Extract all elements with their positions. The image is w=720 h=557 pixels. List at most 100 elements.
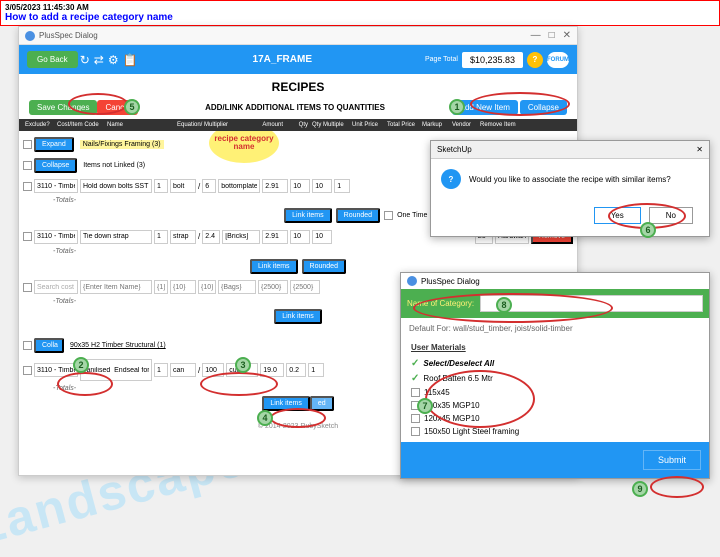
cost-code-input[interactable] bbox=[34, 179, 78, 193]
checkbox[interactable] bbox=[411, 427, 420, 436]
material-item[interactable]: 115x45 bbox=[424, 388, 450, 397]
checkbox[interactable] bbox=[23, 341, 32, 350]
subtitle: ADD/LINK ADDITIONAL ITEMS TO QUANTITIES bbox=[138, 103, 451, 112]
th-amount: Amount bbox=[245, 122, 285, 128]
check-icon[interactable]: ✓ bbox=[411, 358, 419, 369]
val-input[interactable] bbox=[258, 280, 288, 294]
item-name-input[interactable] bbox=[80, 359, 152, 381]
toggle-icon[interactable]: ⇄ bbox=[94, 53, 104, 67]
collapse-button[interactable]: Collapse bbox=[34, 158, 77, 173]
collapse-all-button[interactable]: Collapse bbox=[520, 100, 567, 115]
qty2-input[interactable] bbox=[202, 179, 216, 193]
th-markup: Markup bbox=[420, 122, 450, 128]
item-name-input[interactable] bbox=[80, 280, 152, 294]
rounded-button[interactable]: ed bbox=[310, 396, 334, 411]
expand-button[interactable]: Expand bbox=[34, 137, 74, 152]
cost-code-input[interactable] bbox=[34, 280, 78, 294]
refresh-icon[interactable]: ↻ bbox=[80, 53, 90, 67]
minimize-icon[interactable]: — bbox=[531, 30, 541, 41]
checkbox[interactable] bbox=[411, 388, 420, 397]
amount-input[interactable] bbox=[262, 230, 288, 244]
link-items-button[interactable]: Link items bbox=[250, 259, 298, 274]
checkbox[interactable] bbox=[23, 182, 32, 191]
val-input[interactable] bbox=[312, 230, 332, 244]
onetime-checkbox[interactable] bbox=[384, 211, 393, 220]
titlebar: PlusSpec Dialog — □ ✕ bbox=[19, 27, 577, 45]
val-input[interactable] bbox=[290, 179, 310, 193]
close-icon[interactable]: ✕ bbox=[563, 30, 571, 41]
marker-3: 3 bbox=[235, 357, 251, 373]
th-qty: Qty bbox=[285, 122, 310, 128]
material-item[interactable]: Roof Batten 6.5 Mtr bbox=[423, 374, 492, 383]
check-icon[interactable]: ✓ bbox=[411, 373, 419, 384]
item-name-input[interactable] bbox=[80, 230, 152, 244]
checkbox[interactable] bbox=[23, 283, 32, 292]
annotation-ellipse bbox=[650, 476, 704, 498]
marker-7: 7 bbox=[417, 398, 433, 414]
gear-icon[interactable]: ⚙ bbox=[108, 53, 119, 67]
val-input[interactable] bbox=[286, 363, 306, 377]
unit-input[interactable] bbox=[170, 179, 196, 193]
amount-input[interactable] bbox=[262, 179, 288, 193]
unit-input[interactable] bbox=[170, 363, 196, 377]
checkbox[interactable] bbox=[23, 140, 32, 149]
rounded-button[interactable]: Rounded bbox=[336, 208, 380, 223]
default-for-label: Default For: wall/stud_timber, joist/sol… bbox=[401, 318, 709, 339]
checkbox[interactable] bbox=[23, 161, 32, 170]
marker-2: 2 bbox=[73, 357, 89, 373]
item-name-input[interactable] bbox=[80, 179, 152, 193]
qty2-input[interactable] bbox=[202, 230, 220, 244]
val-input[interactable] bbox=[260, 363, 284, 377]
unit-input[interactable] bbox=[170, 280, 196, 294]
marker-1: 1 bbox=[449, 99, 465, 115]
no-button[interactable]: No bbox=[649, 207, 693, 224]
popup-title: SketchUp bbox=[437, 145, 472, 154]
location-input[interactable] bbox=[222, 230, 260, 244]
th-vendor: Vendor bbox=[450, 122, 478, 128]
forum-icon[interactable]: FORUM bbox=[547, 52, 569, 68]
category-highlight: Nails/Fixings Framing (3) bbox=[80, 140, 164, 149]
material-item[interactable]: 120x45 MGP10 bbox=[424, 414, 480, 423]
go-back-button[interactable]: Go Back bbox=[27, 51, 78, 68]
help-icon[interactable]: ? bbox=[527, 52, 543, 68]
collapse-button[interactable]: Colla bbox=[34, 338, 64, 353]
totals-label: -Totals- bbox=[53, 248, 573, 255]
material-item[interactable]: 150x50 Light Steel framing bbox=[424, 427, 519, 436]
val-input[interactable] bbox=[334, 179, 350, 193]
loc-input[interactable] bbox=[218, 280, 256, 294]
checkbox[interactable] bbox=[411, 414, 420, 423]
val-input[interactable] bbox=[290, 230, 310, 244]
maximize-icon[interactable]: □ bbox=[549, 30, 555, 41]
qty1-input[interactable] bbox=[154, 363, 168, 377]
save-button[interactable]: Save Changes bbox=[29, 100, 97, 115]
link-items-button[interactable]: Link items bbox=[262, 396, 310, 411]
select-all-label[interactable]: Select/Deselect All bbox=[423, 359, 494, 368]
cost-code-input[interactable] bbox=[34, 230, 78, 244]
location-input[interactable] bbox=[218, 179, 260, 193]
unit-input[interactable] bbox=[170, 230, 196, 244]
val-input[interactable] bbox=[290, 280, 320, 294]
link-items-button[interactable]: Link items bbox=[274, 309, 322, 324]
copy-icon[interactable]: 📋 bbox=[123, 53, 138, 67]
submit-button[interactable]: Submit bbox=[643, 450, 701, 470]
val-input[interactable] bbox=[312, 179, 332, 193]
qty1-input[interactable] bbox=[154, 230, 168, 244]
qty1-input[interactable] bbox=[154, 179, 168, 193]
th-qtym: Qty Multiple bbox=[310, 122, 350, 128]
link-items-button[interactable]: Link items bbox=[284, 208, 332, 223]
yes-button[interactable]: Yes bbox=[594, 207, 641, 224]
close-icon[interactable]: ✕ bbox=[696, 145, 703, 154]
cost-code-input[interactable] bbox=[34, 363, 78, 377]
checkbox[interactable] bbox=[23, 232, 32, 241]
category-name-input[interactable] bbox=[480, 295, 703, 312]
rounded-button[interactable]: Rounded bbox=[302, 259, 346, 274]
qty1-input[interactable] bbox=[154, 280, 168, 294]
val-input[interactable] bbox=[308, 363, 324, 377]
checkbox[interactable] bbox=[23, 366, 32, 375]
qty2-input[interactable] bbox=[202, 363, 224, 377]
qty2-input[interactable] bbox=[198, 280, 216, 294]
page-title: 17A_FRAME bbox=[140, 54, 425, 65]
divider: / bbox=[198, 366, 200, 375]
header-bar: Go Back ↻ ⇄ ⚙ 📋 17A_FRAME Page Total $10… bbox=[19, 45, 577, 74]
popup-message: Would you like to associate the recipe w… bbox=[469, 175, 671, 184]
